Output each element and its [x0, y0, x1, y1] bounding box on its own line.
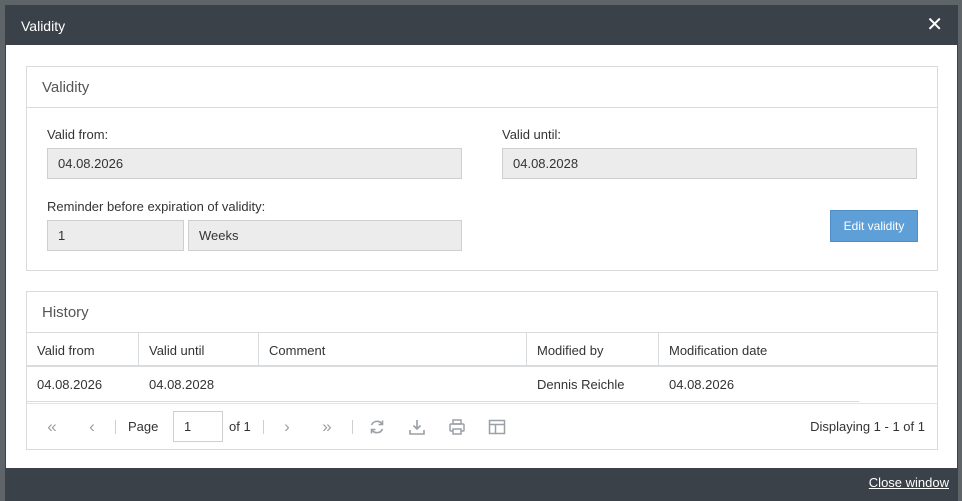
- column-header-comment[interactable]: Comment: [259, 333, 527, 365]
- page-number-input[interactable]: 1: [173, 411, 223, 442]
- cell-valid-until: 04.08.2028: [149, 377, 215, 392]
- reminder-amount-field[interactable]: 1: [47, 220, 184, 251]
- column-header-valid-until[interactable]: Valid until: [139, 333, 259, 365]
- valid-from-label: Valid from:: [47, 127, 109, 142]
- history-grid-header: Valid from Valid until Comment Modified …: [27, 333, 937, 367]
- next-page-icon[interactable]: ›: [277, 417, 297, 437]
- reminder-unit-field[interactable]: Weeks: [188, 220, 462, 251]
- cell-comment: [259, 367, 527, 401]
- history-panel: History Valid from Valid until Comment M…: [26, 291, 938, 450]
- close-window-link[interactable]: Close window: [869, 475, 949, 490]
- previous-page-icon[interactable]: ‹: [82, 417, 102, 437]
- table-row[interactable]: 04.08.2026 04.08.2028 Dennis Reichle 04.…: [27, 367, 859, 402]
- page-label: Page: [128, 419, 159, 434]
- validity-dialog: Validity ✕ Validity Valid from: 04.08.20…: [5, 5, 958, 501]
- validity-panel: Validity Valid from: 04.08.2026 Valid un…: [26, 66, 938, 271]
- first-page-icon[interactable]: «: [42, 417, 62, 437]
- column-header-valid-from[interactable]: Valid from: [27, 333, 139, 365]
- separator: [115, 420, 116, 434]
- column-header-modified-by[interactable]: Modified by: [527, 333, 659, 365]
- edit-validity-button[interactable]: Edit validity: [830, 210, 918, 242]
- separator: [263, 420, 264, 434]
- separator: [352, 420, 353, 434]
- print-icon[interactable]: [447, 417, 467, 437]
- column-header-modification-date[interactable]: Modification date: [659, 333, 937, 365]
- cell-modification-date: 04.08.2026: [669, 377, 735, 392]
- columns-icon[interactable]: [487, 417, 507, 437]
- cell-modified-by: Dennis Reichle: [537, 377, 625, 392]
- reminder-label: Reminder before expiration of validity:: [47, 199, 266, 214]
- dialog-title: Validity: [21, 18, 66, 34]
- validity-panel-heading: Validity: [27, 67, 937, 108]
- titlebar: Validity ✕: [6, 6, 957, 45]
- pagination-toolbar: « ‹ Page 1 of 1 › » Displaying 1 - 1 of …: [27, 403, 937, 450]
- last-page-icon[interactable]: »: [317, 417, 337, 437]
- valid-from-field[interactable]: 04.08.2026: [47, 148, 462, 179]
- dialog-footer: Close window: [6, 468, 957, 500]
- history-panel-heading: History: [27, 292, 937, 333]
- refresh-icon[interactable]: [367, 417, 387, 437]
- valid-until-label: Valid until:: [502, 127, 562, 142]
- cell-valid-from: 04.08.2026: [37, 377, 103, 392]
- valid-until-field[interactable]: 04.08.2028: [502, 148, 917, 179]
- close-icon[interactable]: ✕: [926, 15, 943, 35]
- displaying-count: Displaying 1 - 1 of 1: [810, 419, 925, 434]
- page-count-label: of 1: [229, 419, 251, 434]
- download-icon[interactable]: [407, 417, 427, 437]
